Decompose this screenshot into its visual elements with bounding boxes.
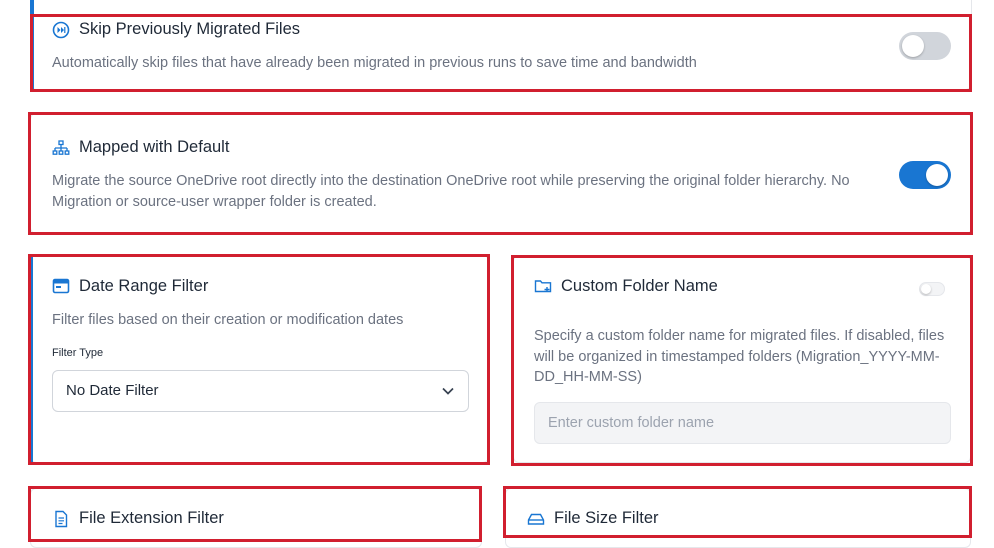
mapped-default-description: Migrate the source OneDrive root directl… [52,173,850,210]
filter-type-label: Filter Type [52,347,104,359]
custom-folder-description: Specify a custom folder name for migrate… [534,328,945,385]
date-range-title: Date Range Filter [79,277,209,295]
card-accent-bar [30,256,33,464]
toggle-knob [921,284,931,294]
toggle-knob [926,164,948,186]
chevron-down-icon [442,387,454,395]
file-text-icon [55,510,68,528]
sitemap-icon [52,140,70,155]
custom-folder-placeholder: Enter custom folder name [548,415,715,431]
skip-migrated-title: Skip Previously Migrated Files [79,20,300,38]
hard-drive-icon [527,513,545,525]
skip-migrated-card [30,0,972,90]
file-size-title: File Size Filter [554,509,659,527]
filter-type-value: No Date Filter [66,382,159,399]
file-extension-title: File Extension Filter [79,509,224,527]
mapped-default-toggle[interactable] [899,161,951,189]
skip-migrated-description: Automatically skip files that have alrea… [52,55,697,71]
mapped-default-title: Mapped with Default [79,138,230,156]
custom-folder-input[interactable]: Enter custom folder name [534,402,951,444]
custom-folder-title: Custom Folder Name [561,277,718,295]
card-accent-bar [30,0,34,90]
skip-forward-icon [52,21,70,39]
toggle-knob [902,35,924,57]
skip-migrated-toggle[interactable] [899,32,951,60]
custom-folder-toggle[interactable] [919,282,945,296]
filter-type-select[interactable]: No Date Filter [52,370,469,412]
folder-plus-icon [534,280,552,293]
calendar-icon [52,278,70,294]
date-range-description: Filter files based on their creation or … [52,312,404,328]
